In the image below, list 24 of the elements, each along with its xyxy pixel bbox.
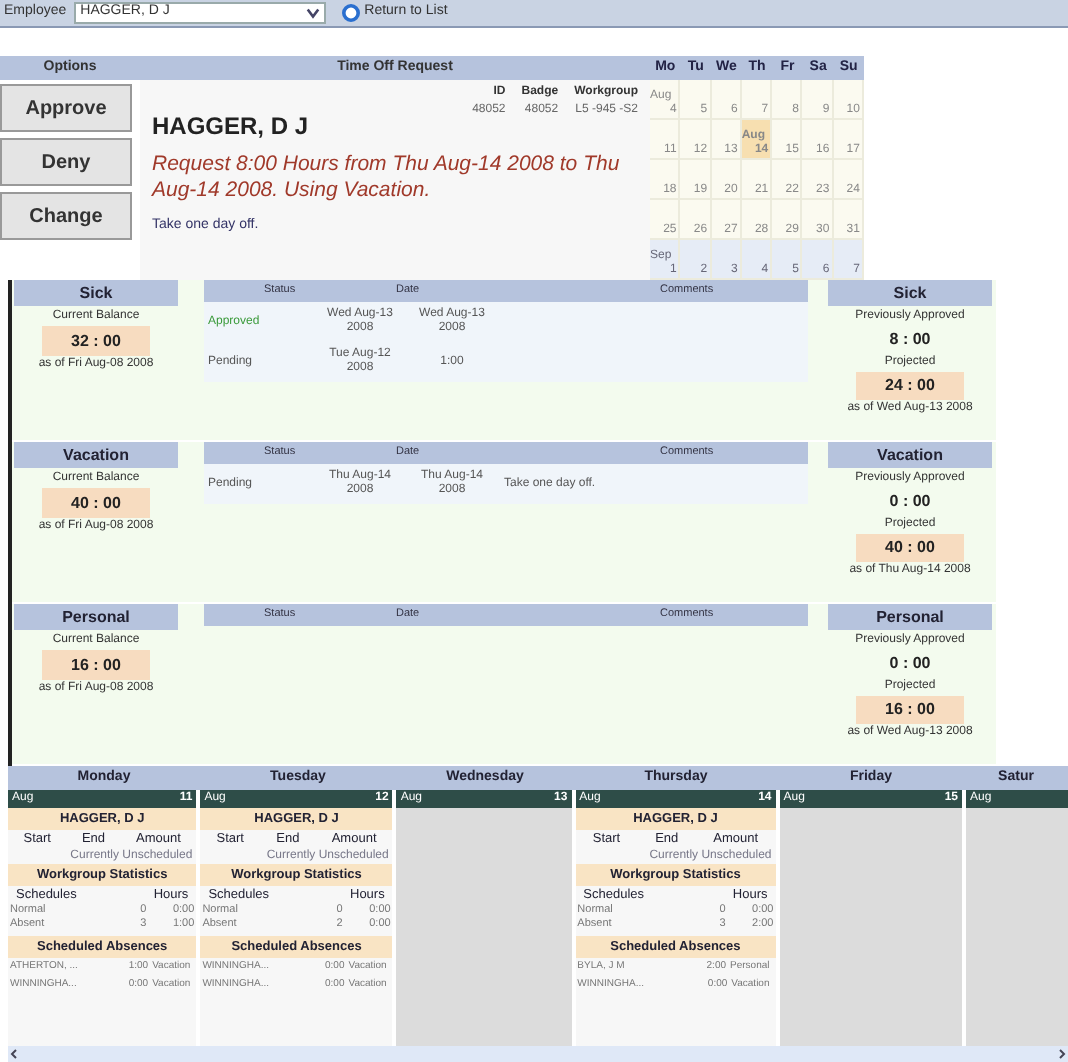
dropdown-caret-icon bbox=[306, 6, 321, 20]
section-header: Sick bbox=[14, 280, 178, 306]
request-message: Request 8:00 Hours from Thu Aug-14 2008 to Thu Aug-14 2008. Using Vacation. bbox=[152, 152, 622, 204]
approved-value: 0 : 00 bbox=[889, 652, 931, 676]
projected-value: 40 : 00 bbox=[856, 534, 964, 562]
approved-value: 8 : 00 bbox=[889, 328, 931, 352]
scroll-left-icon[interactable] bbox=[8, 1048, 20, 1060]
balance-value: 40 : 00 bbox=[42, 488, 150, 518]
section-header: Personal bbox=[828, 604, 992, 630]
balance-value: 32 : 00 bbox=[42, 326, 150, 356]
section-header: Personal bbox=[14, 604, 178, 630]
approved-value: 0 : 00 bbox=[889, 490, 931, 514]
projected-value: 16 : 00 bbox=[856, 696, 964, 724]
action-button[interactable]: Deny bbox=[0, 138, 132, 186]
section-header: Vacation bbox=[14, 442, 178, 468]
circle-icon bbox=[342, 4, 361, 22]
section-header: Vacation bbox=[828, 442, 992, 468]
employee-name: HAGGER, D J bbox=[152, 110, 309, 144]
scroll-right-icon[interactable] bbox=[1056, 1048, 1068, 1060]
action-button[interactable]: Change bbox=[0, 192, 132, 240]
section-header: Sick bbox=[828, 280, 992, 306]
action-button[interactable]: Approve bbox=[0, 84, 132, 132]
projected-value: 24 : 00 bbox=[856, 372, 964, 400]
balance-value: 16 : 00 bbox=[42, 650, 150, 680]
